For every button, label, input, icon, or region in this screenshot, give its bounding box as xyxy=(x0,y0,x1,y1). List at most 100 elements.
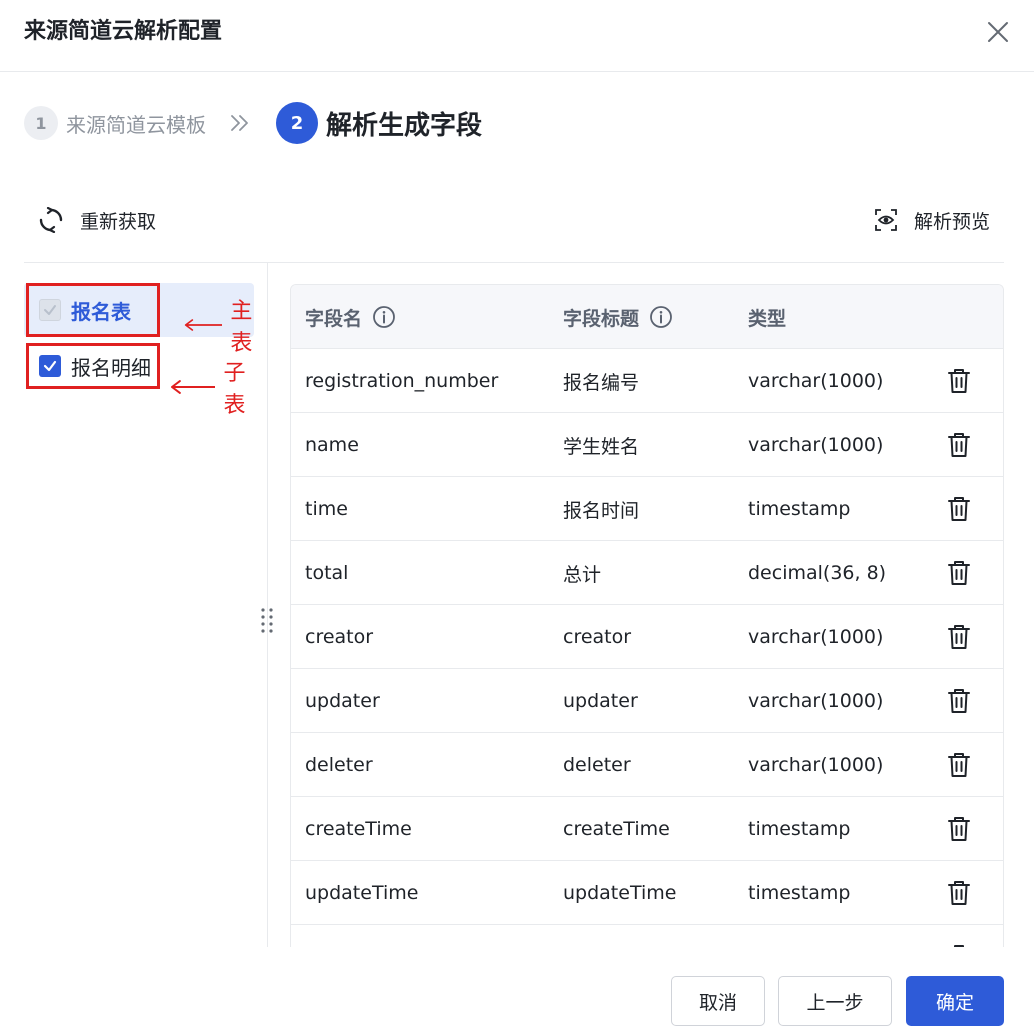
parse-config-dialog: 来源简道云解析配置 1 来源简道云模板 2 解析生成字段 重新获取 解析预览 报… xyxy=(0,0,1034,1034)
field-name-cell: total xyxy=(305,562,349,584)
field-name-cell: updateTime xyxy=(305,882,419,904)
trash-icon xyxy=(947,752,971,778)
delete-field-button[interactable] xyxy=(945,797,973,861)
parse-preview-button[interactable]: 解析预览 xyxy=(874,206,990,234)
field-title-cell: deleter xyxy=(563,754,631,776)
delete-field-button[interactable] xyxy=(945,413,973,477)
table-row: createTime createTime timestamp xyxy=(291,797,1003,861)
dialog-title: 来源简道云解析配置 xyxy=(24,19,223,44)
check-icon xyxy=(43,360,57,372)
step-1-number: 1 xyxy=(24,106,58,140)
field-title-cell: updateTime xyxy=(563,882,677,904)
field-title-cell: 学生姓名 xyxy=(563,435,640,458)
table-tree-panel: 报名表 主表 报名明细 子表 xyxy=(24,263,268,947)
header-type-label: 类型 xyxy=(748,307,787,330)
eye-scan-icon xyxy=(875,209,897,231)
delete-field-button[interactable] xyxy=(945,605,973,669)
table-row-partial xyxy=(291,925,1003,947)
annotation-main-table: 主表 xyxy=(184,293,267,357)
trash-icon xyxy=(947,816,971,842)
field-type-cell: timestamp xyxy=(748,818,851,840)
field-name-cell: time xyxy=(305,498,348,520)
trash-icon xyxy=(947,624,971,650)
panel-resize-handle[interactable] xyxy=(256,606,278,636)
trash-icon xyxy=(947,688,971,714)
field-title-cell: createTime xyxy=(563,818,670,840)
parse-preview-label: 解析预览 xyxy=(913,210,990,233)
detail-table-label: 报名明细 xyxy=(71,355,151,380)
arrow-left-icon xyxy=(184,319,223,331)
trash-icon xyxy=(947,432,971,458)
trash-icon xyxy=(947,560,971,586)
table-row: creator creator varchar(1000) xyxy=(291,605,1003,669)
field-name-cell: updater xyxy=(305,690,380,712)
field-name-cell: name xyxy=(305,434,359,456)
fields-table: 字段名 字段标题 类型 registration_number 报名编号 var… xyxy=(290,284,1004,947)
field-type-cell: decimal(36, 8) xyxy=(748,562,887,584)
annotation-sub-table: 子表 xyxy=(170,355,267,419)
table-row: updater updater varchar(1000) xyxy=(291,669,1003,733)
trash-icon xyxy=(947,880,971,906)
field-type-cell: varchar(1000) xyxy=(748,690,884,712)
close-icon xyxy=(988,22,1008,42)
field-type-cell: varchar(1000) xyxy=(748,754,884,776)
dialog-footer: 取消 上一步 确定 xyxy=(0,947,1034,1034)
delete-field-button[interactable] xyxy=(945,349,973,413)
trash-icon xyxy=(947,368,971,394)
table-row: updateTime updateTime timestamp xyxy=(291,861,1003,925)
step-2-number: 2 xyxy=(276,102,318,144)
field-name-cell: creator xyxy=(305,626,374,648)
table-header: 字段名 字段标题 类型 xyxy=(291,285,1003,349)
field-name-cell: createTime xyxy=(305,818,412,840)
step-1[interactable]: 1 来源简道云模板 xyxy=(24,106,206,140)
confirm-button[interactable]: 确定 xyxy=(906,976,1004,1026)
table-row: deleter deleter varchar(1000) xyxy=(291,733,1003,797)
field-name-cell: deleter xyxy=(305,754,373,776)
field-title-cell: 报名编号 xyxy=(563,371,640,394)
delete-field-button[interactable] xyxy=(945,861,973,925)
previous-step-button[interactable]: 上一步 xyxy=(778,976,892,1026)
dialog-header: 来源简道云解析配置 xyxy=(0,0,1034,72)
check-icon xyxy=(44,305,56,315)
delete-field-button[interactable] xyxy=(945,669,973,733)
field-type-cell: varchar(1000) xyxy=(748,626,884,648)
delete-field-button[interactable] xyxy=(945,733,973,797)
delete-field-button[interactable] xyxy=(945,541,973,605)
field-title-cell: updater xyxy=(563,690,638,712)
annotation-highlight-box: 报名表 xyxy=(26,283,160,337)
refresh-button[interactable]: 重新获取 xyxy=(38,206,156,234)
cancel-button[interactable]: 取消 xyxy=(671,976,765,1026)
header-field-title-label: 字段标题 xyxy=(563,307,640,330)
field-name-cell: registration_number xyxy=(305,370,499,392)
annotation-main-table-text: 主表 xyxy=(230,299,253,356)
trash-icon xyxy=(947,496,971,522)
refresh-label: 重新获取 xyxy=(80,210,157,233)
step-1-label: 来源简道云模板 xyxy=(66,112,206,137)
delete-field-button[interactable] xyxy=(945,477,973,541)
delete-field-button[interactable] xyxy=(945,925,973,947)
info-icon[interactable] xyxy=(649,305,673,329)
detail-table-checkbox[interactable] xyxy=(39,355,61,377)
steps-indicator: 1 来源简道云模板 2 解析生成字段 xyxy=(24,101,482,145)
header-field-name-label: 字段名 xyxy=(305,307,363,330)
arrow-left-icon xyxy=(170,380,216,394)
double-chevron-right-icon xyxy=(228,111,252,135)
header-field-name: 字段名 xyxy=(305,285,396,349)
step-2-label: 解析生成字段 xyxy=(326,110,483,141)
main-table-label: 报名表 xyxy=(71,299,131,324)
drag-handle-icon xyxy=(261,608,273,633)
info-icon[interactable] xyxy=(372,305,396,329)
tree-item-detail-table[interactable]: 报名明细 xyxy=(26,343,160,389)
annotation-sub-table-text: 子表 xyxy=(223,361,246,418)
field-title-cell: 报名时间 xyxy=(563,499,640,522)
table-row: time 报名时间 timestamp xyxy=(291,477,1003,541)
header-type: 类型 xyxy=(748,285,786,349)
field-title-cell: creator xyxy=(563,626,632,648)
table-row: name 学生姓名 varchar(1000) xyxy=(291,413,1003,477)
field-type-cell: timestamp xyxy=(748,498,851,520)
close-button[interactable] xyxy=(982,16,1014,48)
field-title-cell: 总计 xyxy=(563,563,602,586)
table-row: total 总计 decimal(36, 8) xyxy=(291,541,1003,605)
main-table-checkbox xyxy=(39,299,61,321)
field-type-cell: varchar(1000) xyxy=(748,434,884,456)
